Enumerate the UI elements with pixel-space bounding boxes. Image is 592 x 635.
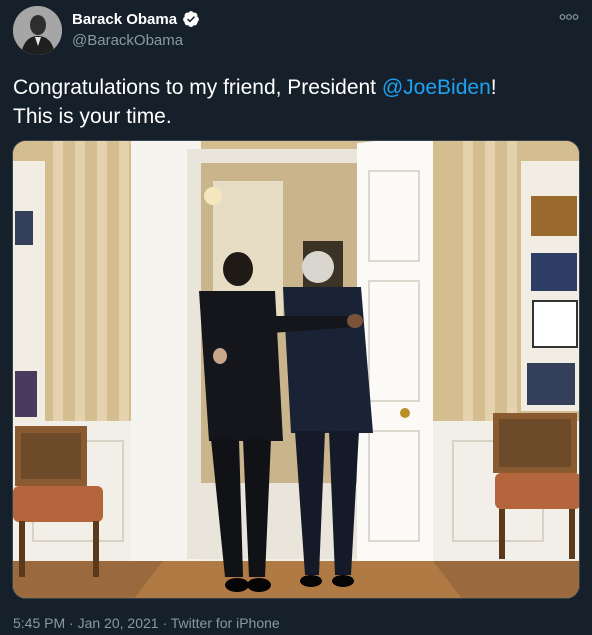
more-dots-icon [559,14,579,20]
tweet-detail: Barack Obama @BarackObama Congratulation… [0,0,592,635]
mention-link[interactable]: @JoeBiden [382,76,491,99]
tweet-text-part: Congratulations to my friend, President [13,76,382,99]
tweet-photo[interactable] [12,140,580,599]
meta-separator: · [65,615,78,631]
author-name-row[interactable]: Barack Obama [72,10,200,28]
tweet-meta: 5:45 PM · Jan 20, 2021 · Twitter for iPh… [13,615,280,631]
meta-separator: · [158,615,171,631]
tweet-time-link[interactable]: 5:45 PM [13,615,65,631]
more-options-button[interactable] [559,10,579,24]
tweet-text-line2: This is your time. [13,105,172,128]
profile-photo-icon [13,6,62,55]
tweet-text: Congratulations to my friend, President … [13,73,573,131]
tweet-date-link[interactable]: Jan 20, 2021 [78,615,159,631]
author-display-name[interactable]: Barack Obama [72,11,177,28]
avatar[interactable] [13,6,62,55]
photo-icon [13,141,579,598]
verified-badge-icon [182,10,200,28]
tweet-source-link[interactable]: Twitter for iPhone [171,615,280,631]
author-handle[interactable]: @BarackObama [72,32,183,49]
tweet-text-part: ! [490,76,497,99]
